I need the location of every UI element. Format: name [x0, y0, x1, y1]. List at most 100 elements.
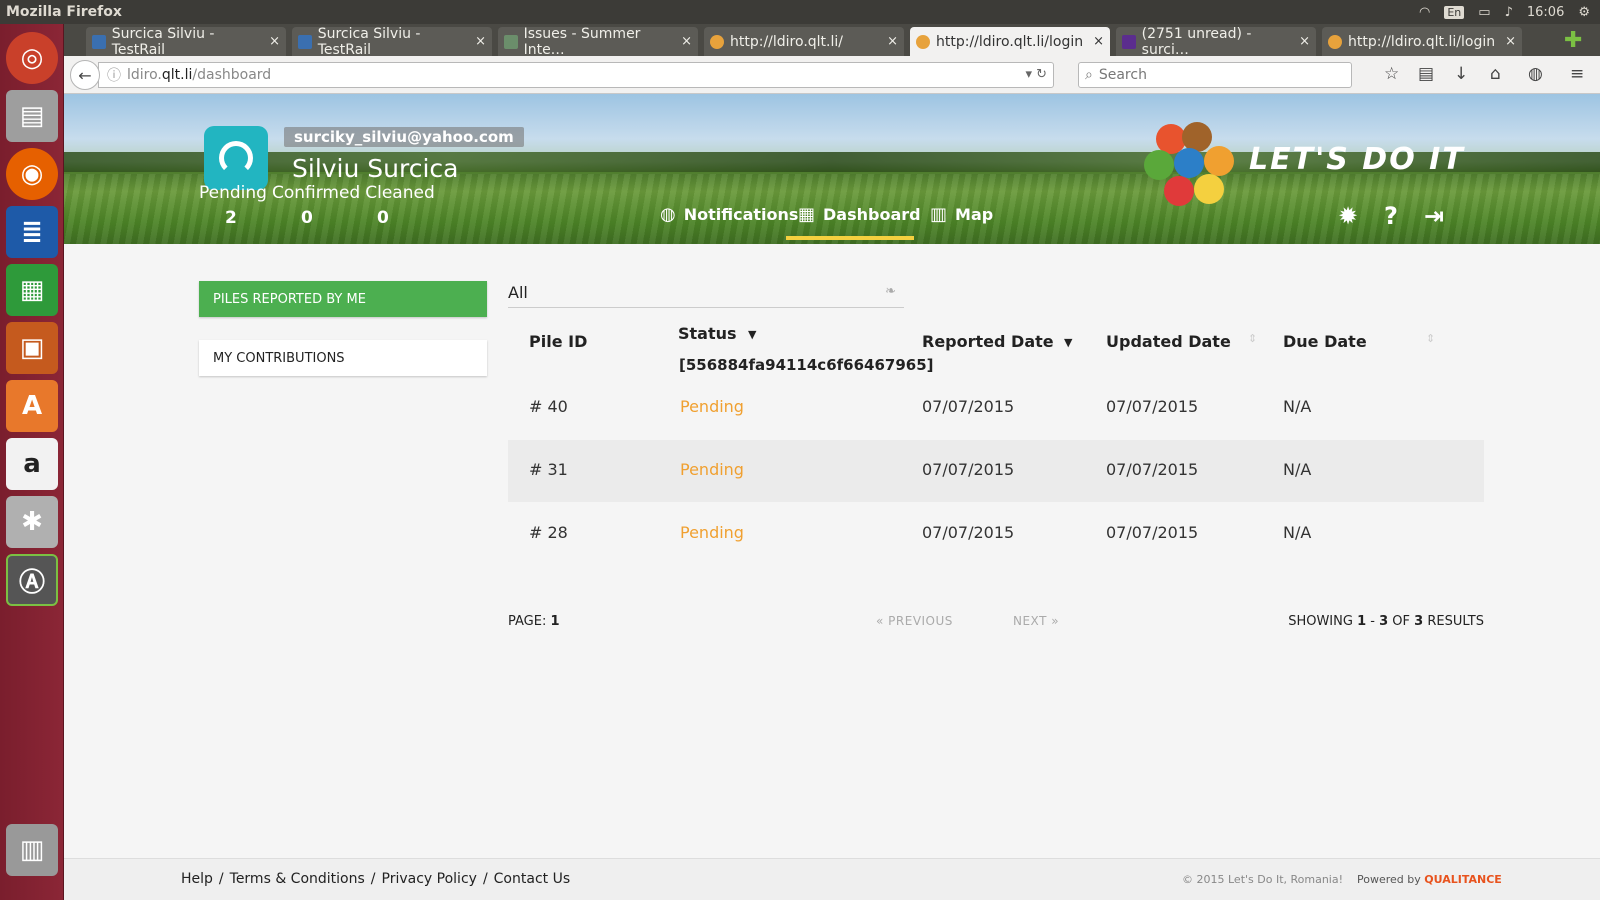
- tab-ldiro[interactable]: http://ldiro.qlt.li/ ×: [704, 27, 904, 56]
- footer-separator: /: [218, 871, 224, 887]
- tab-close-icon[interactable]: ×: [269, 34, 280, 49]
- tab-title: http://ldiro.qlt.li/login: [1348, 33, 1496, 50]
- map-icon: ▥: [930, 204, 948, 225]
- qualitance-link[interactable]: QUALITANCE: [1424, 873, 1502, 886]
- avatar[interactable]: [204, 126, 268, 190]
- url-bar[interactable]: ⓘ ldiro. qlt.li/dashboard ▾ ↻: [98, 62, 1054, 88]
- settings-gear-icon[interactable]: ⚙: [1578, 5, 1590, 20]
- clock[interactable]: 16:06: [1527, 5, 1564, 20]
- firefox-icon[interactable]: ◉: [6, 148, 58, 200]
- tab-ldiro-login-2[interactable]: http://ldiro.qlt.li/login ×: [1322, 27, 1522, 56]
- chat-icon[interactable]: ◍: [1528, 64, 1543, 84]
- footer-copyright: © 2015 Let's Do It, Romania!: [1182, 873, 1344, 886]
- system-settings-icon[interactable]: ✱: [6, 496, 58, 548]
- menu-hamburger-icon[interactable]: ≡: [1570, 64, 1584, 84]
- sidebar-piles-reported-button[interactable]: PILES REPORTED BY ME: [199, 281, 487, 317]
- column-header-due-date[interactable]: Due Date: [1283, 332, 1367, 351]
- status-sort-caret-icon[interactable]: ▼: [748, 328, 756, 341]
- tab-close-icon[interactable]: ×: [1093, 34, 1104, 49]
- issues-favicon-icon: [504, 34, 518, 49]
- amazon-icon[interactable]: a: [6, 438, 58, 490]
- nav-map[interactable]: ▥ Map: [930, 204, 993, 225]
- globe-icon: ◍: [660, 204, 676, 225]
- footer-privacy-link[interactable]: Privacy Policy: [382, 871, 477, 887]
- footer-terms-link[interactable]: Terms & Conditions: [230, 871, 365, 887]
- home-icon[interactable]: ⌂: [1490, 64, 1501, 84]
- tab-testrail-2[interactable]: Surcica Silviu - TestRail ×: [292, 25, 492, 58]
- tab-issues[interactable]: Issues - Summer Inte… ×: [498, 26, 698, 58]
- footer-help-link[interactable]: Help: [181, 871, 213, 887]
- footer-contact-link[interactable]: Contact Us: [494, 871, 570, 887]
- table-row[interactable]: # 31 Pending 07/07/2015 07/07/2015 N/A: [508, 440, 1484, 502]
- navigation-bar: ⓘ ldiro. qlt.li/dashboard ▾ ↻ ← ⌕ Search …: [64, 56, 1600, 94]
- pile-id-cell: # 31: [529, 460, 568, 479]
- search-placeholder: Search: [1098, 67, 1147, 83]
- ubuntu-dash-icon[interactable]: ◎: [6, 32, 58, 84]
- url-path: /dashboard: [192, 67, 272, 83]
- trash-icon[interactable]: ▥: [6, 824, 58, 876]
- column-header-status[interactable]: Status: [678, 324, 737, 343]
- tab-yahoo-mail[interactable]: (2751 unread) - surci… ×: [1116, 26, 1316, 58]
- logout-icon[interactable]: ⇥: [1424, 202, 1444, 230]
- reported-date-cell: 07/07/2015: [922, 397, 1015, 416]
- back-button[interactable]: ←: [70, 60, 100, 90]
- dashboard-main: PILES REPORTED BY ME MY CONTRIBUTIONS Al…: [64, 244, 1600, 858]
- leaf-icon: ❧: [885, 284, 896, 299]
- tab-close-icon[interactable]: ×: [1505, 34, 1516, 49]
- next-page-link[interactable]: NEXT »: [1013, 614, 1059, 628]
- files-icon[interactable]: ▤: [6, 90, 58, 142]
- bookmark-star-icon[interactable]: ☆: [1384, 64, 1399, 84]
- tab-close-icon[interactable]: ×: [1299, 34, 1310, 49]
- tab-close-icon[interactable]: ×: [681, 34, 692, 49]
- updated-date-cell: 07/07/2015: [1106, 460, 1199, 479]
- bug-report-icon[interactable]: ✹: [1338, 202, 1358, 230]
- launcher: ◎ ▤ ◉ ≣ ▦ ▣ A a ✱ Ⓐ ▥: [0, 24, 64, 900]
- calc-icon[interactable]: ▦: [6, 264, 58, 316]
- new-tab-icon[interactable]: ✚: [1564, 28, 1582, 53]
- help-icon[interactable]: ?: [1384, 202, 1398, 230]
- nav-notifications[interactable]: ◍ Notifications: [660, 204, 798, 225]
- reload-icon[interactable]: ▾ ↻: [1025, 67, 1047, 82]
- sidebar-my-contributions-button[interactable]: MY CONTRIBUTIONS: [199, 340, 487, 376]
- software-updater-icon[interactable]: Ⓐ: [6, 554, 58, 606]
- reading-list-icon[interactable]: ▤: [1418, 64, 1434, 84]
- writer-icon[interactable]: ≣: [6, 206, 58, 258]
- previous-page-link[interactable]: « PREVIOUS: [876, 614, 953, 628]
- info-icon[interactable]: ⓘ: [107, 65, 121, 85]
- results-showing-label: SHOWING: [1288, 614, 1353, 629]
- logo-face-orange: [1204, 146, 1234, 176]
- status-cell: Pending: [680, 397, 744, 416]
- stat-value-confirmed: 0: [301, 208, 313, 228]
- due-date-cell: N/A: [1283, 397, 1312, 416]
- due-sort-icon[interactable]: ⇕: [1426, 332, 1435, 345]
- window-title: Mozilla Firefox: [6, 4, 122, 20]
- impress-icon[interactable]: ▣: [6, 322, 58, 374]
- updated-sort-icon[interactable]: ⇕: [1248, 332, 1257, 345]
- column-header-pile-id[interactable]: Pile ID: [529, 332, 587, 351]
- software-center-icon[interactable]: A: [6, 380, 58, 432]
- tab-ldiro-login-active[interactable]: http://ldiro.qlt.li/login ×: [910, 27, 1110, 56]
- tab-testrail-1[interactable]: Surcica Silviu - TestRail ×: [86, 25, 286, 58]
- reported-sort-icon[interactable]: ▼: [1064, 336, 1072, 349]
- tab-close-icon[interactable]: ×: [887, 34, 898, 49]
- tab-title: Surcica Silviu - TestRail: [111, 25, 215, 58]
- wifi-icon[interactable]: ◠: [1419, 5, 1430, 20]
- results-label: RESULTS: [1427, 614, 1484, 629]
- tab-close-icon[interactable]: ×: [475, 34, 486, 49]
- tab-title: Surcica Silviu - TestRail: [317, 25, 421, 58]
- user-email: surciky_silviu@yahoo.com: [284, 127, 524, 147]
- downloads-icon[interactable]: ↓: [1454, 64, 1468, 84]
- battery-icon[interactable]: ▭: [1478, 5, 1490, 20]
- browser-tab-bar: Surcica Silviu - TestRail × Surcica Silv…: [64, 24, 1600, 58]
- column-header-reported-date[interactable]: Reported Date: [922, 332, 1054, 351]
- table-row[interactable]: # 40 Pending 07/07/2015 07/07/2015 N/A: [508, 377, 1484, 439]
- nav-dashboard[interactable]: ▦ Dashboard: [798, 204, 921, 225]
- status-filter-select[interactable]: All ❧: [508, 278, 904, 308]
- keyboard-language[interactable]: En: [1444, 5, 1465, 19]
- column-header-status-id: [556884fa94114c6f66467965]: [679, 356, 934, 374]
- search-bar[interactable]: ⌕ Search: [1078, 62, 1352, 88]
- stat-value-cleaned: 0: [377, 208, 389, 228]
- table-row[interactable]: # 28 Pending 07/07/2015 07/07/2015 N/A: [508, 503, 1484, 565]
- column-header-updated-date[interactable]: Updated Date: [1106, 332, 1231, 351]
- volume-icon[interactable]: ♪: [1505, 5, 1513, 20]
